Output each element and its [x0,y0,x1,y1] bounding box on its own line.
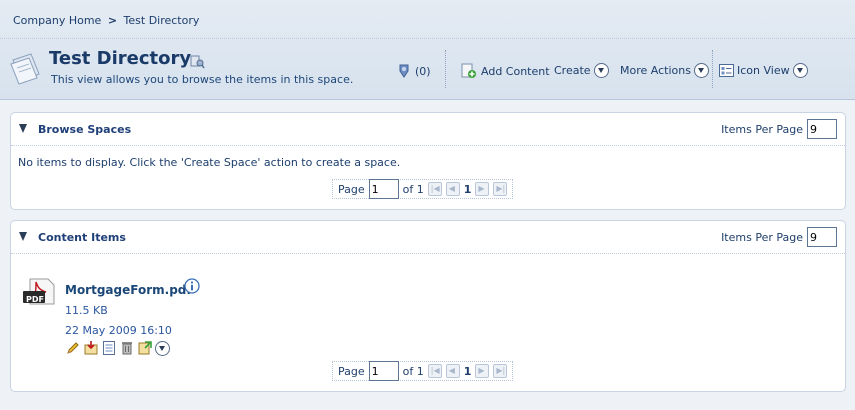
items-per-page-input[interactable] [807,227,837,247]
content-items-panel: Content Items Items Per Page PDF Mortgag… [10,220,846,392]
empty-message: No items to display. Click the 'Create S… [18,156,401,169]
last-page-icon[interactable]: ▶| [493,364,508,378]
page-title: Test Directory [49,48,192,69]
space-header: Company Home > Test Directory Test Direc… [0,0,855,100]
page-input[interactable] [368,361,399,381]
add-content-label: Add Content [481,64,550,78]
divider [445,50,446,88]
items-per-page-label: Items Per Page [721,230,803,244]
items-per-page-input[interactable] [807,119,837,139]
panel-header: Content Items Items Per Page [11,221,845,254]
add-content-icon [461,63,476,78]
collapse-toggle-icon[interactable] [19,232,27,241]
more-actions-menu[interactable]: More Actions [620,63,709,78]
breadcrumb-home[interactable]: Company Home [13,14,101,27]
delete-icon[interactable] [119,340,135,356]
prev-page-icon[interactable]: ◀ [445,182,460,196]
page-input[interactable] [368,179,399,199]
space-icon [10,53,40,85]
file-size: 11.5 KB [65,304,108,317]
page-description: This view allows you to browse the items… [51,73,354,86]
checkout-icon[interactable] [83,340,99,356]
chevron-down-icon[interactable] [792,63,808,78]
rules-icon [399,64,409,78]
file-actions [65,340,170,356]
icon-view-icon [719,64,734,77]
file-date: 22 May 2009 16:10 [65,324,172,337]
view-details-icon[interactable] [189,53,205,69]
next-page-icon[interactable]: ▶ [475,182,490,196]
create-label: Create [554,64,591,77]
more-actions-label: More Actions [620,64,691,77]
divider [712,50,713,88]
page-label: Page [338,182,365,196]
collapse-toggle-icon[interactable] [19,124,27,133]
view-mode-menu[interactable]: Icon View [719,63,808,78]
breadcrumb: Company Home > Test Directory [13,14,199,27]
file-name-link[interactable]: MortgageForm.pdf [65,283,192,297]
more-actions-chevron-icon[interactable] [155,340,170,356]
chevron-down-icon[interactable] [693,63,709,78]
divider [0,38,855,39]
last-page-icon[interactable]: ▶| [493,182,508,196]
breadcrumb-separator: > [107,14,118,27]
add-content-button[interactable]: Add Content [460,63,550,79]
items-per-page: Items Per Page [721,119,837,139]
pdf-badge: PDF [26,295,44,304]
breadcrumb-current[interactable]: Test Directory [124,14,200,27]
details-icon[interactable] [101,340,117,356]
update-icon[interactable] [137,340,153,356]
page-count: of 1 [402,182,424,196]
browse-spaces-panel: Browse Spaces Items Per Page No items to… [10,112,846,210]
panel-header: Browse Spaces Items Per Page [11,113,845,146]
page-count: of 1 [402,364,424,378]
prev-page-icon[interactable]: ◀ [445,364,460,378]
view-mode-label: Icon View [737,64,790,77]
pager: Page of 1 |◀ ◀ 1 ▶ ▶| [332,361,514,381]
current-page: 1 [463,182,472,196]
page-label: Page [338,364,365,378]
current-page: 1 [463,364,472,378]
chevron-down-icon[interactable] [593,63,609,78]
rules-button[interactable]: (0) [397,63,431,79]
items-per-page-label: Items Per Page [721,122,803,136]
rules-count: (0) [415,64,431,78]
next-page-icon[interactable]: ▶ [475,364,490,378]
first-page-icon[interactable]: |◀ [427,182,442,196]
create-menu[interactable]: Create [554,63,609,78]
panel-title[interactable]: Browse Spaces [38,123,131,136]
panel-title[interactable]: Content Items [38,231,126,244]
first-page-icon[interactable]: |◀ [427,364,442,378]
edit-icon[interactable] [65,340,81,356]
info-icon[interactable] [184,278,200,294]
pager: Page of 1 |◀ ◀ 1 ▶ ▶| [332,179,514,199]
items-per-page: Items Per Page [721,227,837,247]
